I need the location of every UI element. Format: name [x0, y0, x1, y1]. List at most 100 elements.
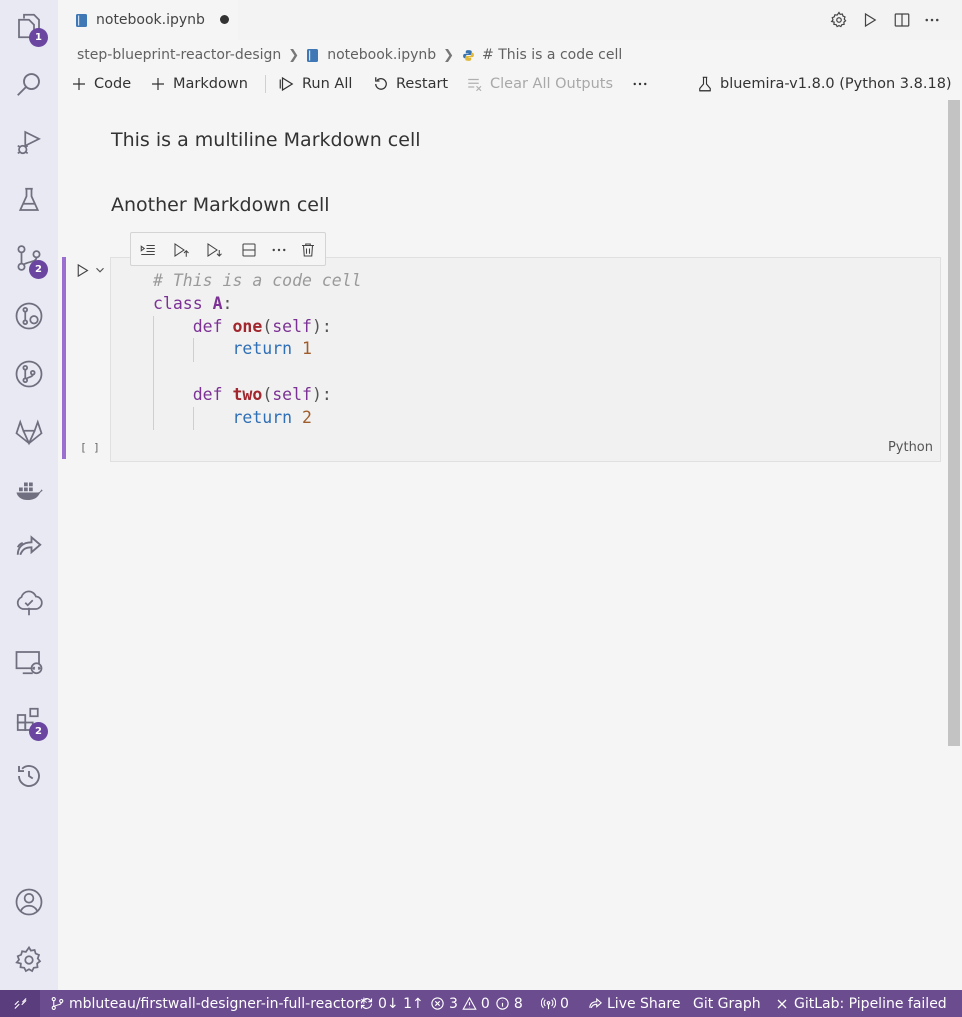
run-debug-button[interactable]	[0, 118, 58, 166]
source-control-button[interactable]: 2	[0, 234, 58, 282]
cell-focus-indicator	[62, 257, 66, 459]
more-actions-button[interactable]	[920, 8, 944, 32]
execute-cells-below-button[interactable]	[202, 238, 226, 262]
breadcrumb-cell[interactable]: # This is a code cell	[482, 47, 622, 63]
source-control-badge: 2	[29, 260, 48, 279]
run-cell-button[interactable]	[72, 260, 92, 280]
account-icon	[15, 888, 43, 916]
code-keyword: def	[192, 384, 223, 404]
code-param: self	[272, 316, 312, 336]
status-ports[interactable]: 0	[541, 990, 569, 1017]
status-gitlab[interactable]: GitLab: Pipeline failed	[776, 990, 947, 1017]
editor-scrollbar-thumb[interactable]	[948, 100, 960, 746]
remote-indicator[interactable]	[0, 990, 40, 1017]
code-function-name: one	[232, 316, 263, 336]
docker-button[interactable]	[0, 466, 58, 514]
run-by-line-icon	[140, 244, 155, 256]
live-share-icon	[16, 535, 42, 556]
split-editor-button[interactable]	[890, 8, 914, 32]
search-button[interactable]	[0, 60, 58, 108]
errors-count: 3	[449, 995, 458, 1012]
restart-label: Restart	[396, 76, 449, 92]
add-code-label: Code	[94, 76, 132, 92]
git-tree-button[interactable]	[0, 580, 58, 628]
close-icon	[777, 999, 787, 1008]
notebook-file-icon	[76, 13, 87, 27]
clear-all-outputs-button[interactable]: Clear All Outputs	[466, 72, 613, 96]
breadcrumb: step-blueprint-reactor-design ❯ notebook…	[77, 44, 622, 66]
testing-button[interactable]	[0, 176, 58, 224]
gear-icon	[15, 945, 42, 973]
code-content: # This is a code cell class A: def one(s…	[153, 271, 362, 427]
breadcrumb-file[interactable]: notebook.ipynb	[327, 47, 436, 63]
split-editor-icon	[894, 13, 910, 27]
remote-explorer-button[interactable]	[0, 638, 58, 686]
code-param: self	[272, 384, 312, 404]
unsaved-indicator[interactable]	[220, 15, 229, 24]
code-number: 1	[302, 339, 312, 359]
status-problems[interactable]: 3 0 8	[430, 990, 523, 1017]
restart-button[interactable]: Restart	[372, 72, 448, 96]
gear-icon	[830, 11, 847, 28]
ellipsis-icon	[272, 248, 286, 252]
markdown-cell-1[interactable]: This is a multiline Markdown cell	[111, 129, 421, 151]
run-debug-icon	[17, 130, 41, 155]
code-cell-editor[interactable]: # This is a code cell class A: def one(s…	[110, 257, 941, 462]
accounts-button[interactable]	[0, 878, 58, 926]
delete-cell-button[interactable]	[296, 238, 320, 262]
git-graph-view-button[interactable]	[0, 350, 58, 398]
code-function-name: two	[232, 384, 263, 404]
notebook-file-icon	[307, 48, 319, 62]
chevron-down-icon[interactable]	[93, 263, 107, 277]
remote-explorer-icon	[15, 651, 43, 675]
kernel-picker[interactable]: bluemira-v1.8.0 (Python 3.8.18)	[696, 72, 952, 96]
remote-icon	[13, 998, 27, 1009]
status-sync[interactable]: 0↓ 1↑	[359, 990, 424, 1017]
kernel-label: bluemira-v1.8.0 (Python 3.8.18)	[720, 76, 952, 92]
cell-more-button[interactable]	[267, 238, 291, 262]
breadcrumb-folder[interactable]: step-blueprint-reactor-design	[77, 47, 281, 63]
code-number: 2	[302, 407, 312, 427]
split-cell-icon	[242, 243, 256, 257]
python-icon	[463, 49, 474, 61]
markdown-cell-2[interactable]: Another Markdown cell	[111, 194, 330, 216]
live-share-icon	[589, 997, 602, 1009]
run-button[interactable]	[858, 8, 882, 32]
toolbar-more-button[interactable]	[631, 72, 655, 96]
status-branch[interactable]: mbluteau/firstwall-designer-in-full-reac…	[50, 990, 367, 1017]
plus-icon	[152, 78, 164, 90]
tab-notebook[interactable]: notebook.ipynb	[58, 0, 238, 40]
broadcast-icon	[541, 997, 556, 1010]
live-share-label: Live Share	[607, 995, 681, 1012]
activity-bar: 1 2 2	[0, 0, 58, 990]
extensions-button[interactable]: 2	[0, 696, 58, 744]
notebook-settings-button[interactable]	[827, 8, 851, 32]
live-share-button[interactable]	[0, 522, 58, 570]
explorer-button[interactable]: 1	[0, 2, 58, 50]
gitlab-button[interactable]	[0, 408, 58, 456]
execute-cells-above-button[interactable]	[169, 238, 193, 262]
gitlab-icon	[15, 419, 43, 446]
git-history-button[interactable]	[0, 292, 58, 340]
add-code-cell-button[interactable]: Code	[70, 72, 131, 96]
timeline-button[interactable]	[0, 752, 58, 800]
add-markdown-label: Markdown	[173, 76, 248, 92]
manage-button[interactable]	[0, 936, 58, 984]
cell-language-picker[interactable]: Python	[888, 440, 933, 455]
split-cell-button[interactable]	[237, 238, 261, 262]
add-markdown-cell-button[interactable]: Markdown	[149, 72, 248, 96]
trash-icon	[302, 243, 314, 257]
code-class-name: A	[212, 293, 223, 313]
search-icon	[17, 73, 40, 96]
run-all-button[interactable]: Run All	[278, 72, 352, 96]
sync-label: 0↓ 1↑	[378, 995, 424, 1012]
sync-icon	[360, 998, 373, 1009]
status-git-graph[interactable]: Git Graph	[693, 990, 761, 1017]
error-icon	[431, 997, 444, 1010]
chevron-right-icon: ❯	[288, 47, 300, 63]
tree-check-icon	[16, 590, 43, 616]
execute-above-button[interactable]	[136, 238, 160, 262]
branch-label: mbluteau/firstwall-designer-in-full-reac…	[69, 995, 368, 1012]
clear-all-outputs-label: Clear All Outputs	[490, 76, 614, 92]
status-live-share[interactable]: Live Share	[588, 990, 680, 1017]
